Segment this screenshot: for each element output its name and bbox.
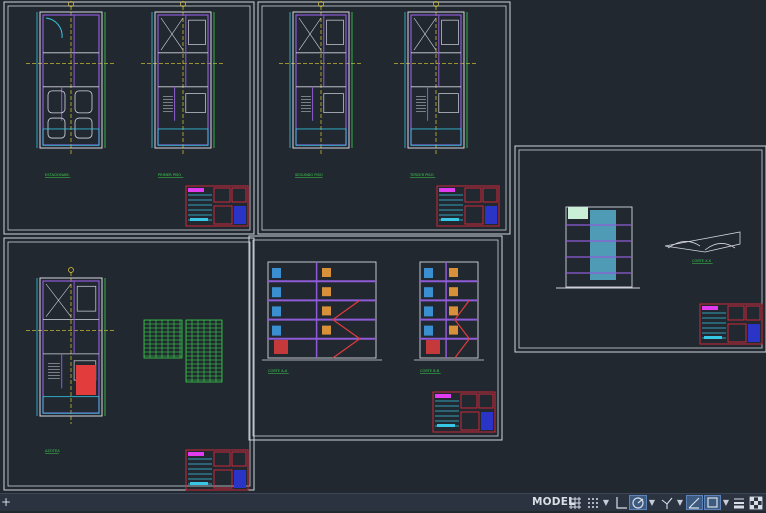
plan-caption: CORTE X-X: [692, 259, 712, 263]
polar-dropdown-icon[interactable]: ▼: [648, 495, 656, 510]
osnap-icon: [707, 497, 718, 508]
section-drawing: [414, 261, 484, 361]
plan-caption: CORTE A-A: [268, 369, 288, 373]
polar-tracking-button[interactable]: [629, 495, 647, 510]
floor-plan: [279, 1, 363, 156]
plan-caption: SEGUNDO PISO: [295, 173, 323, 177]
isodraft-icon: [688, 497, 700, 509]
object-snap-button[interactable]: [704, 495, 721, 510]
snap-dropdown-icon[interactable]: ▼: [602, 495, 610, 510]
plan-caption: CORTE B-B: [420, 369, 440, 373]
sheet-2: SEGUNDO PISO TERCER PISO: [257, 1, 511, 235]
add-layout-icon[interactable]: +: [1, 495, 11, 510]
title-block: [699, 303, 763, 345]
plan-caption: TERCER PISO: [409, 173, 434, 177]
sheet-5: CORTE A-A CORTE B-B: [248, 235, 503, 441]
ortho-icon[interactable]: [614, 496, 628, 510]
sheet-4: AZOTEA: [3, 237, 255, 491]
title-block: [185, 449, 249, 491]
transparency-icon[interactable]: [749, 496, 763, 510]
floor-plan: [26, 1, 116, 156]
plan-caption: AZOTEA: [45, 449, 60, 453]
schedule-tables: [143, 319, 223, 383]
car-sketch: [664, 231, 741, 253]
lineweight-icon[interactable]: [732, 496, 746, 510]
isodraft-button[interactable]: [686, 495, 703, 510]
sheet-3: CORTE X-X: [514, 145, 766, 353]
sheet-1: ESTACIONAM. PRIMER PISO: [3, 1, 255, 235]
plan-caption: PRIMER PISO: [158, 173, 181, 177]
osnap-track-icon[interactable]: [660, 496, 674, 510]
title-block: [185, 185, 249, 227]
floor-plan: [394, 1, 478, 156]
title-block: [432, 391, 496, 433]
floor-plan: [141, 1, 225, 156]
title-block: [436, 185, 500, 227]
grid-icon[interactable]: [568, 496, 582, 510]
snap-dots-icon[interactable]: [586, 496, 600, 510]
status-bar: + MODEL ▼ ▼ ▼ ▼: [0, 493, 766, 511]
model-space-button[interactable]: MODEL: [532, 495, 575, 510]
section-drawing: [262, 261, 382, 361]
plan-caption: ESTACIONAM.: [45, 173, 70, 177]
osnap-dropdown-icon[interactable]: ▼: [722, 495, 730, 510]
polar-icon: [632, 497, 644, 509]
tracking-dropdown-icon[interactable]: ▼: [676, 495, 684, 510]
cad-drawing-canvas[interactable]: ESTACIONAM. PRIMER PISO SEGUNDO PISO TERCER…: [0, 0, 766, 493]
floor-plan: [26, 267, 116, 424]
facade-elevation: [556, 206, 640, 289]
